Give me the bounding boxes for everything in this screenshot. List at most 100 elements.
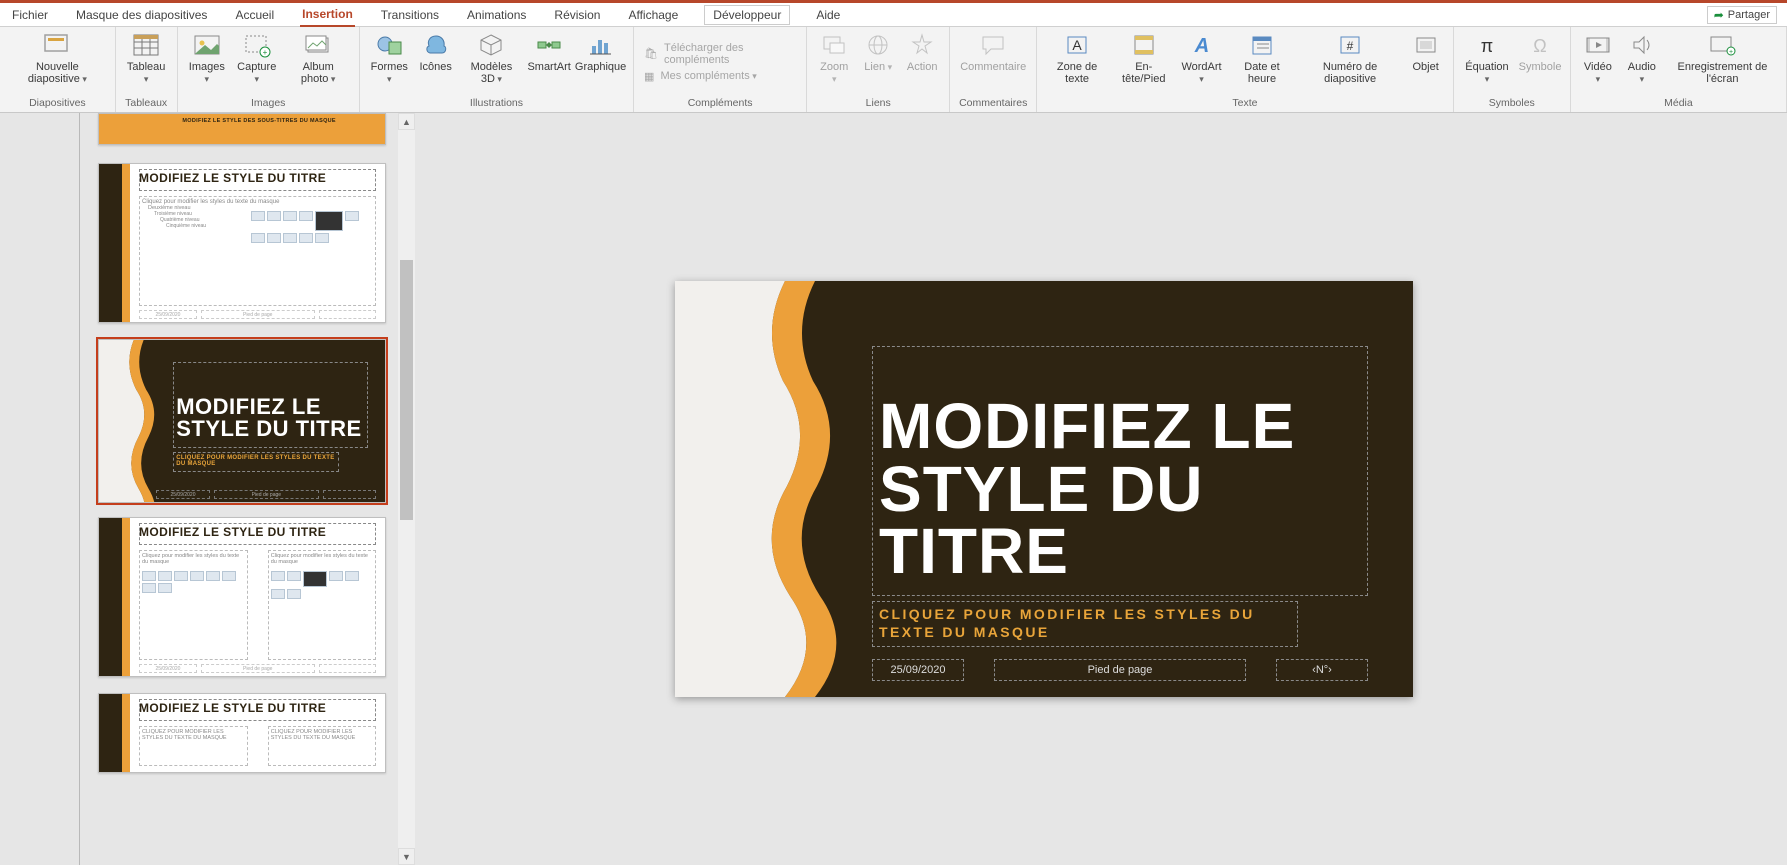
group-texte: A Zone de texte En-tête/Pied A WordArt D… xyxy=(1037,27,1453,112)
scroll-up-button[interactable]: ▲ xyxy=(398,113,415,130)
link-icon xyxy=(865,31,891,59)
tableau-button[interactable]: Tableau xyxy=(122,29,171,87)
tab-aide[interactable]: Aide xyxy=(814,3,842,27)
svg-text:π: π xyxy=(1481,36,1493,56)
addins-icon: ▦ xyxy=(644,70,654,83)
wordart-icon: A xyxy=(1189,31,1215,59)
date-heure-label: Date et heure xyxy=(1232,61,1291,85)
video-button[interactable]: Vidéo xyxy=(1577,29,1619,87)
zoom-label: Zoom xyxy=(817,61,851,85)
slide-thumb-4[interactable]: MODIFIEZ LE STYLE DU TITRE Cliquez pour … xyxy=(98,517,386,677)
new-slide-button[interactable]: Nouvelle diapositive xyxy=(6,29,109,87)
zone-texte-button[interactable]: A Zone de texte xyxy=(1043,29,1111,87)
my-addins-label: Mes compléments xyxy=(660,70,756,82)
graphique-label: Graphique xyxy=(575,61,626,73)
subtitle-placeholder[interactable]: CLIQUEZ POUR MODIFIER LES STYLES DU TEXT… xyxy=(872,601,1298,647)
commentaire-button: Commentaire xyxy=(956,29,1030,75)
slide-thumb-1[interactable]: MODIFIEZ LE STYLE DES SOUS-TITRES DU MAS… xyxy=(98,113,386,145)
group-label-media: Média xyxy=(1664,95,1693,112)
icones-label: Icônes xyxy=(419,61,451,73)
shapes-icon xyxy=(375,31,403,59)
store-icon: 🛍 xyxy=(644,47,658,60)
video-icon xyxy=(1584,31,1612,59)
group-media: Vidéo Audio + Enregistrement de l'écran … xyxy=(1571,27,1787,112)
wordart-button[interactable]: A WordArt xyxy=(1177,29,1227,87)
symbole-label: Symbole xyxy=(1519,61,1562,73)
group-illustrations: Formes Icônes Modèles 3D SmartArt Graphi… xyxy=(360,27,634,112)
chart-icon xyxy=(587,31,615,59)
group-label-complements: Compléments xyxy=(688,95,753,112)
numero-button[interactable]: # Numéro de diapositive xyxy=(1298,29,1403,87)
footer-placeholder[interactable]: Pied de page xyxy=(994,659,1246,681)
svg-text:#: # xyxy=(1347,39,1354,53)
tab-accueil[interactable]: Accueil xyxy=(233,3,276,27)
action-label: Action xyxy=(907,61,938,73)
entete-pied-button[interactable]: En-tête/Pied xyxy=(1113,29,1175,87)
slide-subtitle[interactable]: CLIQUEZ POUR MODIFIER LES STYLES DU TEXT… xyxy=(879,606,1291,641)
slidenumber-placeholder[interactable]: ‹N°› xyxy=(1276,659,1368,681)
audio-label: Audio xyxy=(1625,61,1659,85)
album-button[interactable]: Album photo xyxy=(283,29,353,87)
group-liens: Zoom Lien Action Liens xyxy=(807,27,950,112)
slide-title[interactable]: MODIFIEZ LE STYLE DU TITRE xyxy=(879,395,1367,583)
download-addins: 🛍 Télécharger des compléments xyxy=(642,41,798,67)
share-button[interactable]: ➦ Partager xyxy=(1707,6,1777,24)
tab-masque[interactable]: Masque des diapositives xyxy=(74,3,209,27)
formes-label: Formes xyxy=(370,61,409,85)
icones-button[interactable]: Icônes xyxy=(415,29,457,75)
my-addins: ▦ Mes compléments xyxy=(642,69,798,84)
tab-insertion[interactable]: Insertion xyxy=(300,3,355,27)
scroll-down-button[interactable]: ▼ xyxy=(398,848,415,865)
capture-label: Capture xyxy=(236,61,277,85)
enregistrement-button[interactable]: + Enregistrement de l'écran xyxy=(1665,29,1780,87)
smartart-button[interactable]: SmartArt xyxy=(526,29,572,75)
picture-icon xyxy=(193,31,221,59)
zoom-icon xyxy=(821,31,847,59)
thumbnails-scrollbar[interactable]: ▲ ▼ xyxy=(398,113,415,865)
tab-fichier[interactable]: Fichier xyxy=(10,3,50,27)
tab-affichage[interactable]: Affichage xyxy=(626,3,680,27)
zoom-button: Zoom xyxy=(813,29,855,87)
scroll-thumb[interactable] xyxy=(400,260,413,520)
tab-developpeur[interactable]: Développeur xyxy=(704,5,790,25)
graphique-button[interactable]: Graphique xyxy=(574,29,627,75)
slide-thumb-5[interactable]: MODIFIEZ LE STYLE DU TITRE CLIQUEZ POUR … xyxy=(98,693,386,773)
tab-revision[interactable]: Révision xyxy=(552,3,602,27)
numero-label: Numéro de diapositive xyxy=(1302,61,1399,85)
svg-text:+: + xyxy=(262,48,267,57)
objet-button[interactable]: Objet xyxy=(1405,29,1447,75)
group-label-diapositives: Diapositives xyxy=(29,95,86,112)
share-icon: ➦ xyxy=(1714,8,1724,22)
group-tableaux: Tableau Tableaux xyxy=(116,27,178,112)
thumb3-subtitle: CLIQUEZ POUR MODIFIER LES STYLES DU TEXT… xyxy=(176,455,336,467)
record-icon: + xyxy=(1708,31,1736,59)
slide-thumb-3-selected[interactable]: MODIFIEZ LESTYLE DU TITRE CLIQUEZ POUR M… xyxy=(98,339,386,503)
group-commentaires: Commentaire Commentaires xyxy=(950,27,1037,112)
tab-animations[interactable]: Animations xyxy=(465,3,528,27)
svg-text:A: A xyxy=(1072,37,1082,53)
thumb3-title: MODIFIEZ LESTYLE DU TITRE xyxy=(176,396,361,440)
equation-button[interactable]: π Équation xyxy=(1460,29,1515,87)
workspace: MODIFIEZ LE STYLE DES SOUS-TITRES DU MAS… xyxy=(0,113,1787,865)
group-complements: 🛍 Télécharger des compléments ▦ Mes comp… xyxy=(634,27,807,112)
thumbnails-list[interactable]: MODIFIEZ LE STYLE DES SOUS-TITRES DU MAS… xyxy=(0,113,398,865)
modeles3d-button[interactable]: Modèles 3D xyxy=(459,29,524,87)
lien-label: Lien xyxy=(864,61,892,73)
scroll-track[interactable] xyxy=(398,130,415,848)
slide-wave-decoration xyxy=(675,281,875,697)
tab-transitions[interactable]: Transitions xyxy=(379,3,441,27)
images-button[interactable]: Images xyxy=(184,29,231,87)
capture-button[interactable]: + Capture xyxy=(232,29,281,87)
equation-icon: π xyxy=(1474,31,1500,59)
wordart-label: WordArt xyxy=(1181,61,1223,85)
date-placeholder[interactable]: 25/09/2020 xyxy=(872,659,964,681)
date-heure-button[interactable]: Date et heure xyxy=(1228,29,1295,87)
title-placeholder[interactable]: MODIFIEZ LE STYLE DU TITRE xyxy=(872,346,1368,596)
slide-editor[interactable]: MODIFIEZ LE STYLE DU TITRE CLIQUEZ POUR … xyxy=(675,281,1413,697)
formes-button[interactable]: Formes xyxy=(366,29,413,87)
slide-canvas[interactable]: MODIFIEZ LE STYLE DU TITRE CLIQUEZ POUR … xyxy=(415,113,1787,865)
table-icon xyxy=(132,31,160,59)
slide-thumb-2[interactable]: MODIFIEZ LE STYLE DU TITRE Cliquez pour … xyxy=(98,163,386,323)
thumb1-subtitle: MODIFIEZ LE STYLE DES SOUS-TITRES DU MAS… xyxy=(162,118,357,124)
audio-button[interactable]: Audio xyxy=(1621,29,1663,87)
